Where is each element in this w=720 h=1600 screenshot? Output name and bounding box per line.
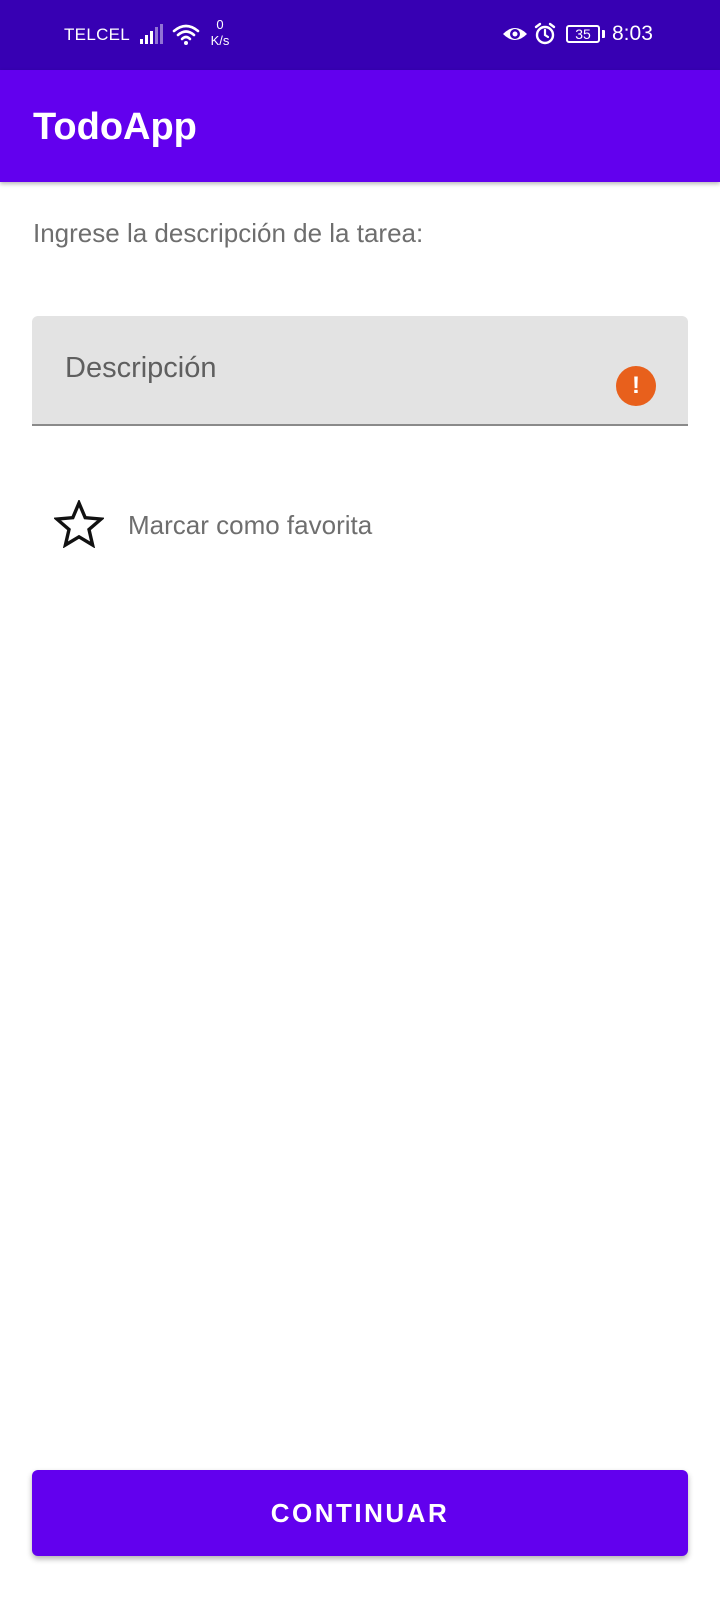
wifi-icon (172, 24, 200, 45)
continue-button[interactable]: CONTINUAR (32, 1470, 688, 1556)
net-speed-unit: K/s (210, 33, 230, 48)
star-outline-icon[interactable] (54, 500, 104, 548)
favorite-label: Marcar como favorita (128, 510, 373, 540)
carrier-name: TELCEL (64, 25, 131, 44)
description-hint: Descripción (65, 352, 217, 384)
battery-tip (602, 30, 605, 38)
status-bar: TELCEL 0 K/s 35 8:03 (0, 0, 720, 70)
app-bar: TodoApp (0, 70, 720, 182)
alarm-icon (534, 22, 556, 45)
signal-icon (140, 24, 163, 44)
clock: 8:03 (612, 22, 653, 45)
app-title: TodoApp (33, 106, 197, 148)
net-speed: 0 K/s (206, 17, 234, 49)
description-prompt: Ingrese la descripción de la tarea: (33, 218, 424, 248)
favorite-toggle[interactable]: Marcar como favorita (40, 480, 500, 570)
description-field[interactable]: Descripción ! (32, 316, 688, 426)
battery-level: 35 (575, 26, 591, 42)
error-icon: ! (616, 366, 656, 406)
eye-icon (503, 28, 527, 40)
battery-icon: 35 (566, 25, 600, 43)
net-speed-value: 0 (216, 17, 224, 32)
